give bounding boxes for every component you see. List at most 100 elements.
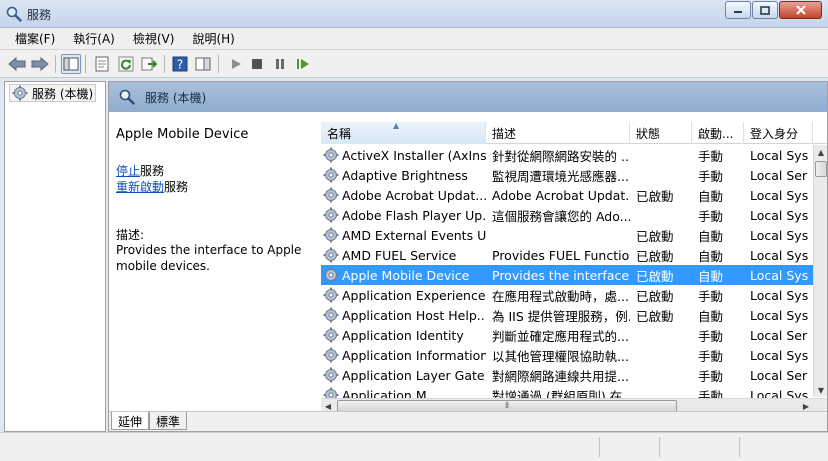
pause-service-button[interactable]: [270, 54, 290, 74]
minimize-icon: [734, 11, 742, 13]
description-pane: Apple Mobile Device 停止服務 重新啟動服務 描述: Prov…: [109, 112, 321, 413]
action-pane-button[interactable]: [193, 54, 213, 74]
service-name: Application Information: [342, 347, 486, 363]
show-hide-tree-icon: [63, 57, 79, 71]
restart-service-icon: [297, 59, 309, 69]
cell-name: Apple Mobile Device: [321, 267, 486, 283]
cell-name: Application Host Help...: [321, 307, 486, 323]
table-row[interactable]: Application Host Help... 為 IIS 提供管理服務，例..…: [321, 305, 813, 325]
cell-logon: Local Sys: [750, 347, 809, 363]
tab-extended[interactable]: 延伸: [111, 412, 150, 430]
service-name: AMD External Events U...: [342, 227, 486, 243]
pause-service-icon: [276, 59, 284, 69]
cell-status: 已啟動: [636, 308, 674, 324]
column-header-label: 狀態: [636, 126, 661, 141]
service-name: ActiveX Installer (AxInst...: [342, 147, 486, 163]
cell-logon: Local Sys: [750, 247, 809, 263]
column-header-logon[interactable]: 登入身分: [744, 122, 813, 144]
status-bar: [0, 432, 828, 461]
services-header-title: 服務 (本機): [145, 91, 207, 105]
title-bar: 服務: [0, 0, 828, 28]
refresh-button[interactable]: [116, 54, 136, 74]
table-row[interactable]: Application Experience 在應用程式啟動時，處... 已啟動 手動…: [321, 285, 813, 305]
table-row[interactable]: AMD External Events U... 已啟動 自動 Local Sys: [321, 225, 813, 245]
start-service-button[interactable]: [226, 54, 246, 74]
forward-button[interactable]: [30, 54, 50, 74]
stop-service-button[interactable]: [247, 54, 267, 74]
close-button[interactable]: [779, 1, 822, 19]
table-row[interactable]: ActiveX Installer (AxInst... 針對從網際網路安裝的 .…: [321, 145, 813, 165]
cell-name: Adobe Acrobat Updat...: [321, 187, 486, 203]
table-row[interactable]: Application Layer Gate... 對網際網路連線共用提... 手動…: [321, 365, 813, 385]
cell-startup: 自動: [698, 188, 724, 204]
menu-view[interactable]: 檢視(V): [124, 28, 184, 49]
column-header-label: 名稱: [327, 126, 352, 141]
cell-status: 已啟動: [636, 268, 674, 284]
column-header-description[interactable]: 描述: [486, 122, 630, 144]
toolbar: ?: [0, 50, 828, 78]
table-row[interactable]: Apple Mobile Device Provides the interfac…: [321, 265, 813, 285]
services-pane: 服務 (本機) Apple Mobile Device 停止服務 重新啟動服務 …: [108, 81, 828, 432]
menu-bar: 檔案(F) 執行(A) 檢視(V) 說明(H): [0, 28, 828, 50]
cell-description: 為 IIS 提供管理服務，例...: [492, 308, 630, 324]
cell-name: Adobe Flash Player Up...: [321, 207, 486, 223]
table-row[interactable]: AMD FUEL Service Provides FUEL Functio...…: [321, 245, 813, 265]
column-header-label: 啟動...: [698, 126, 734, 141]
table-row[interactable]: Adobe Acrobat Updat... Adobe Acrobat Upda…: [321, 185, 813, 205]
cell-description: Adobe Acrobat Updat...: [492, 187, 630, 203]
column-header-label: 登入身分: [750, 126, 799, 141]
refresh-icon: [118, 56, 134, 72]
tree-item-services-local[interactable]: 服務 (本機): [9, 84, 97, 102]
table-row[interactable]: Application Information 以其他管理權限協助執... 手動 Lo…: [321, 345, 813, 365]
show-hide-tree-button[interactable]: [61, 54, 81, 74]
cell-startup: 手動: [698, 208, 724, 224]
maximize-button[interactable]: [752, 1, 778, 19]
menu-action[interactable]: 執行(A): [64, 28, 124, 49]
stop-service-row: 停止服務: [116, 162, 164, 179]
column-header-label: 描述: [492, 126, 517, 141]
minimize-button[interactable]: [725, 1, 751, 19]
cell-name: AMD External Events U...: [321, 227, 486, 243]
menu-file[interactable]: 檔案(F): [6, 28, 64, 49]
cell-name: ActiveX Installer (AxInst...: [321, 147, 486, 163]
gear-icon: [323, 287, 339, 303]
cell-description: 對網際網路連線共用提...: [492, 368, 629, 384]
back-button[interactable]: [7, 54, 27, 74]
export-list-button[interactable]: [139, 54, 159, 74]
cell-startup: 自動: [698, 268, 724, 284]
table-row[interactable]: Adobe Flash Player Up... 這個服務會讓您的 Ado... 手…: [321, 205, 813, 225]
column-header-startup[interactable]: 啟動...: [692, 122, 744, 144]
cell-description: 判斷並確定應用程式的...: [492, 328, 629, 344]
window-title: 服務: [27, 8, 52, 22]
gear-icon: [323, 307, 339, 323]
cell-description: 在應用程式啟動時，處...: [492, 288, 629, 304]
stop-service-link[interactable]: 停止: [116, 164, 140, 178]
service-name: Apple Mobile Device: [342, 267, 470, 283]
menu-help[interactable]: 說明(H): [183, 28, 243, 49]
help-button[interactable]: ?: [170, 54, 190, 74]
scroll-up-icon[interactable]: ▲: [814, 145, 827, 159]
cell-description: Provides FUEL Functio...: [492, 247, 630, 263]
column-header-status[interactable]: 狀態: [630, 122, 692, 144]
properties-button[interactable]: [92, 54, 112, 74]
back-arrow-icon: [8, 57, 26, 71]
cell-logon: Local Sys: [750, 207, 809, 223]
toolbar-separator: [85, 55, 86, 73]
cell-name: Application Layer Gate...: [321, 367, 486, 383]
scroll-down-icon[interactable]: ▼: [814, 383, 827, 397]
cell-logon: Local Ser: [750, 327, 808, 343]
cell-status: 已啟動: [636, 248, 674, 264]
restart-service-button[interactable]: [293, 54, 313, 74]
status-cell: [599, 437, 659, 457]
table-row[interactable]: Adaptive Brightness 監視周遭環境光感應器... 手動 Local …: [321, 165, 813, 185]
gear-icon: [323, 327, 339, 343]
gear-icon: [323, 267, 339, 283]
column-header-name[interactable]: ▲ 名稱: [321, 122, 486, 144]
tab-standard[interactable]: 標準: [149, 412, 188, 430]
vertical-scrollbar[interactable]: ▲ ▼: [813, 145, 827, 397]
service-name: Adaptive Brightness: [342, 167, 468, 183]
restart-service-link[interactable]: 重新啟動: [116, 180, 164, 194]
table-row[interactable]: Application Identity 判斷並確定應用程式的... 手動 Local…: [321, 325, 813, 345]
cell-logon: Local Sys: [750, 287, 809, 303]
vertical-scroll-thumb[interactable]: [815, 161, 827, 177]
